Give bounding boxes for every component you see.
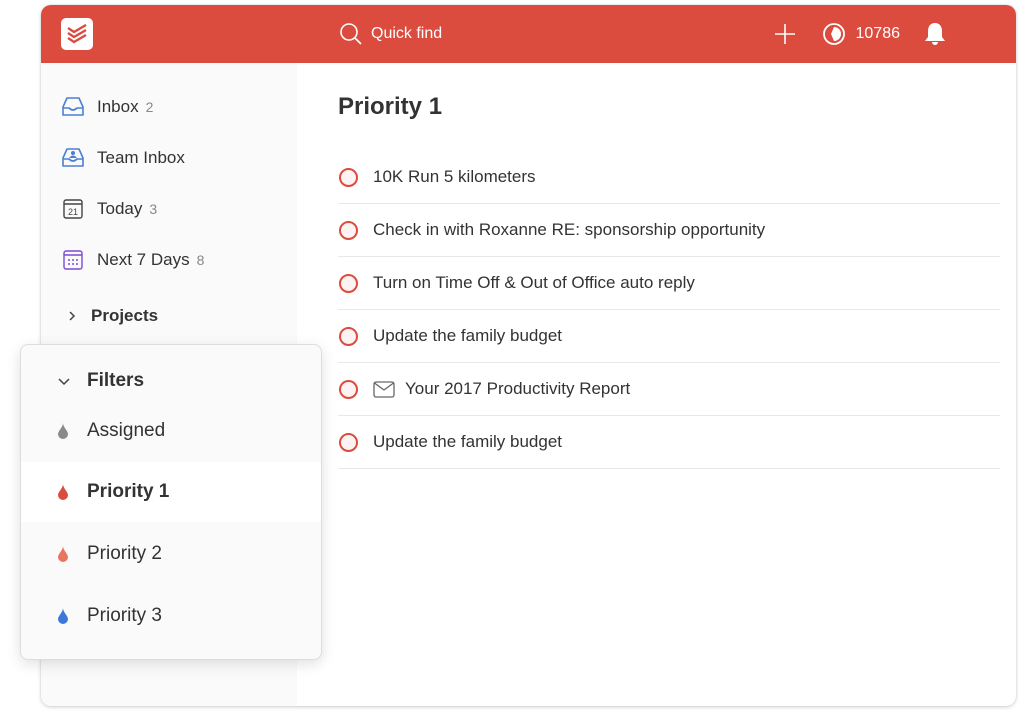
task-list: 10K Run 5 kilometers Check in with Roxan… <box>338 151 1000 469</box>
todoist-logo-icon[interactable] <box>61 18 93 50</box>
task-checkbox[interactable] <box>339 432 358 452</box>
task-checkbox[interactable] <box>339 273 358 293</box>
drop-icon <box>57 423 69 439</box>
task-row[interactable]: 10K Run 5 kilometers <box>338 151 1000 204</box>
sidebar-item-next-7-days[interactable]: Next 7 Days 8 <box>61 246 204 274</box>
sidebar-item-team-inbox[interactable]: Team Inbox <box>61 144 185 172</box>
task-checkbox[interactable] <box>339 167 358 187</box>
task-checkbox[interactable] <box>339 220 358 240</box>
sidebar-item-label: Next 7 Days <box>97 250 190 269</box>
calendar-week-icon <box>61 248 85 272</box>
task-row[interactable]: Check in with Roxanne RE: sponsorship op… <box>338 204 1000 257</box>
filter-item-assigned[interactable]: Assigned <box>21 401 321 461</box>
today-day-number: 21 <box>68 207 78 217</box>
filters-toggle[interactable]: Filters <box>57 370 144 392</box>
sidebar-item-label: Inbox <box>97 97 139 116</box>
drop-icon <box>57 608 69 624</box>
drop-icon <box>57 484 69 500</box>
task-row[interactable]: Update the family budget <box>338 310 1000 363</box>
page-title: Priority 1 <box>338 93 443 120</box>
task-text: Check in with Roxanne RE: sponsorship op… <box>373 220 766 239</box>
task-checkbox[interactable] <box>339 379 358 399</box>
plus-icon <box>774 24 795 44</box>
notifications-button[interactable] <box>924 22 946 46</box>
sidebar-item-inbox[interactable]: Inbox 2 <box>61 93 153 121</box>
team-inbox-icon <box>61 146 85 170</box>
sidebar-item-label: Today <box>97 199 143 218</box>
mail-icon <box>373 380 395 398</box>
add-task-button[interactable] <box>774 23 796 45</box>
sidebar-item-count: 8 <box>196 252 205 268</box>
chevron-right-icon <box>67 310 77 322</box>
karma-score: 10786 <box>855 25 901 42</box>
task-text: 10K Run 5 kilometers <box>373 167 536 186</box>
filter-label: Priority 1 <box>87 481 170 502</box>
bell-icon <box>925 23 945 45</box>
inbox-icon <box>61 95 85 119</box>
filter-label: Priority 2 <box>87 543 162 564</box>
karma-icon <box>822 23 845 45</box>
filters-panel: Filters Assigned Priority 1 Priority 2 P… <box>20 344 322 660</box>
projects-label: Projects <box>91 306 159 325</box>
task-text: Turn on Time Off & Out of Office auto re… <box>373 273 695 292</box>
task-row[interactable]: Update the family budget <box>338 416 1000 469</box>
karma-button[interactable]: 10786 <box>822 22 901 46</box>
sidebar-item-today[interactable]: 21 Today 3 <box>61 195 157 223</box>
filter-item-priority-3[interactable]: Priority 3 <box>21 586 321 646</box>
task-text: Your 2017 Productivity Report <box>405 379 631 398</box>
sidebar-item-label: Team Inbox <box>97 148 185 167</box>
filter-item-priority-2[interactable]: Priority 2 <box>21 524 321 584</box>
filter-label: Assigned <box>87 420 166 441</box>
search-icon <box>340 23 362 45</box>
quick-find-search[interactable]: Quick find <box>339 22 442 46</box>
sidebar-item-count: 2 <box>145 99 154 115</box>
task-row[interactable]: Your 2017 Productivity Report <box>338 363 1000 416</box>
filter-item-priority-1[interactable]: Priority 1 <box>21 462 321 522</box>
chevron-down-icon <box>57 376 71 386</box>
task-checkbox[interactable] <box>339 326 358 346</box>
calendar-today-icon: 21 <box>61 197 85 221</box>
projects-toggle[interactable]: Projects <box>67 306 158 326</box>
drop-icon <box>57 546 69 562</box>
top-bar: Quick find 10786 <box>41 5 1016 63</box>
task-row[interactable]: Turn on Time Off & Out of Office auto re… <box>338 257 1000 310</box>
search-placeholder: Quick find <box>371 25 443 42</box>
sidebar-item-count: 3 <box>149 201 158 217</box>
task-text: Update the family budget <box>373 326 563 345</box>
task-text: Update the family budget <box>373 432 563 451</box>
filter-label: Priority 3 <box>87 605 162 626</box>
filters-label: Filters <box>87 370 145 391</box>
